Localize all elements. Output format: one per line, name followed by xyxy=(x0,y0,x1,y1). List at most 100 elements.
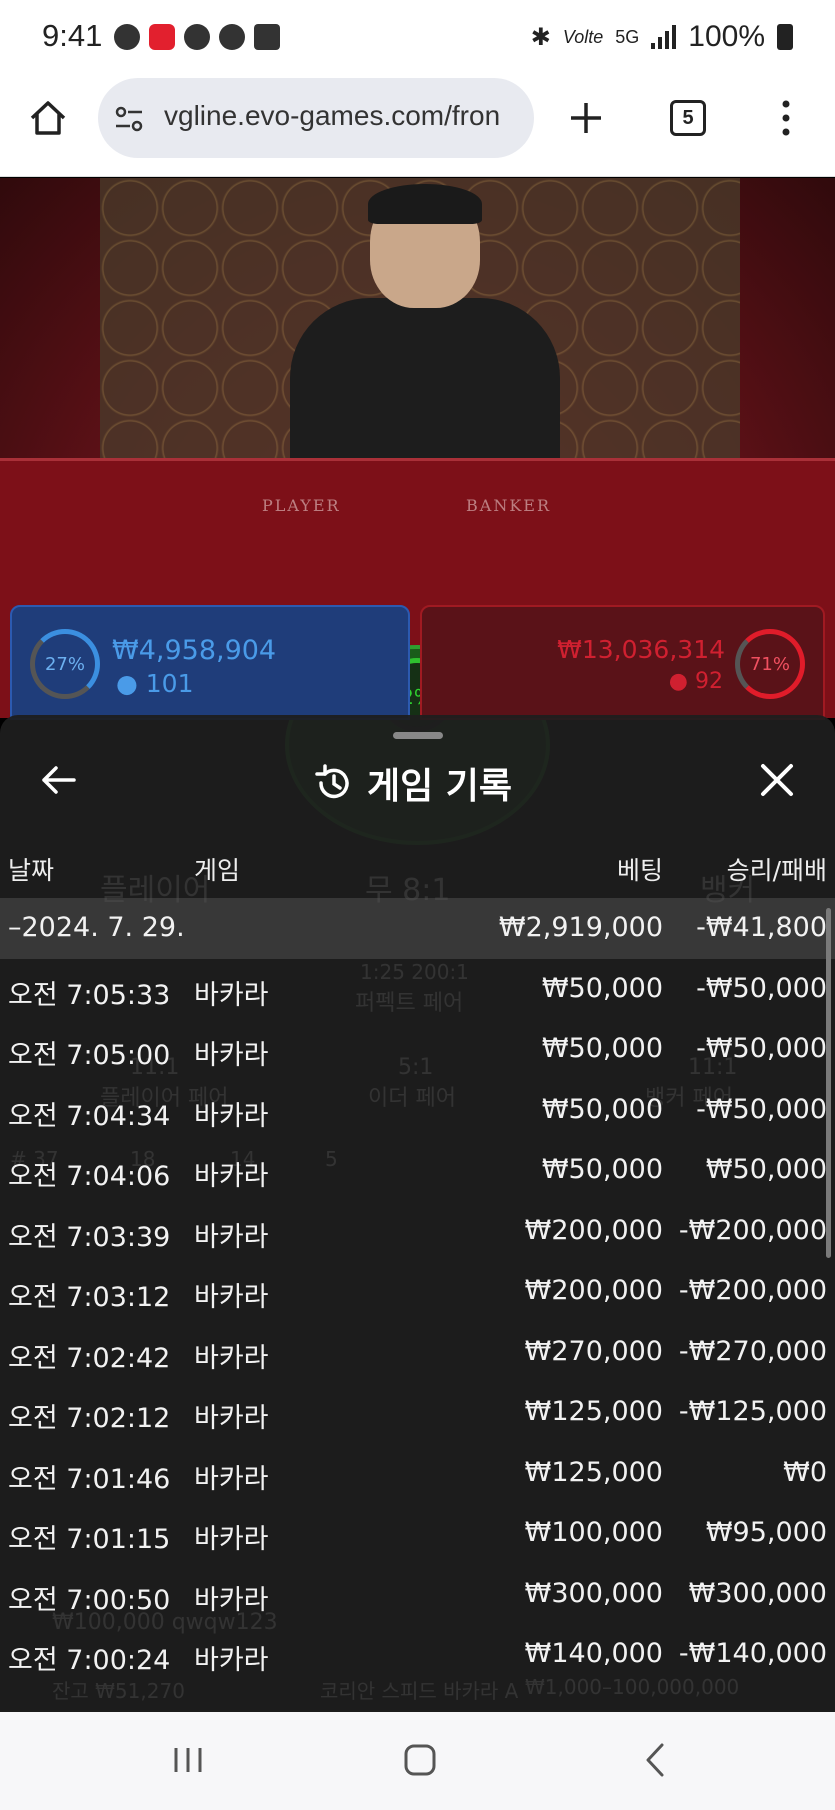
banker-percentage: 71% xyxy=(749,654,790,675)
row-bet: ₩200,000 xyxy=(524,1214,663,1246)
history-table-body: –2024. 7. 29. ₩2,919,000 -₩41,800 오전 7:0… xyxy=(0,898,835,1685)
history-row[interactable]: 오전 7:04:06 바카라 ₩50,000 ₩50,000 xyxy=(0,1140,835,1201)
history-row[interactable]: 오전 7:02:12 바카라 ₩125,000 -₩125,000 xyxy=(0,1382,835,1443)
row-time: 오전 7:03:39 xyxy=(8,1221,171,1253)
col-game: 게임 xyxy=(194,856,241,885)
history-table-header: 날짜 게임 베팅 승리/패배 xyxy=(0,841,835,891)
signal-icon xyxy=(651,25,677,49)
notification-icons xyxy=(114,24,280,50)
back-nav-icon[interactable] xyxy=(640,1740,670,1780)
url-text[interactable]: vgline.evo-games.com/fron xyxy=(164,100,500,132)
volte-label: Volte xyxy=(562,26,604,47)
home-icon[interactable] xyxy=(28,98,68,138)
scrollbar[interactable] xyxy=(826,908,831,1258)
url-bar[interactable]: vgline.evo-games.com/fron xyxy=(98,78,534,158)
row-bet: ₩125,000 xyxy=(524,1396,663,1427)
row-game: 바카라 xyxy=(194,1221,269,1253)
home-nav-icon[interactable] xyxy=(402,1742,438,1778)
bluetooth-icon: ✱ xyxy=(530,23,551,51)
image-icon xyxy=(254,24,280,50)
table-label-player: PLAYER xyxy=(262,496,341,515)
history-row[interactable]: 오전 7:05:33 바카라 ₩50,000 -₩50,000 xyxy=(0,959,835,1020)
android-nav-bar xyxy=(0,1712,835,1810)
sheet-header: 게임 기록 xyxy=(313,757,512,809)
row-bet: ₩200,000 xyxy=(524,1275,663,1306)
back-arrow-icon[interactable] xyxy=(38,760,78,800)
row-time: 오전 7:03:12 xyxy=(8,1282,171,1313)
row-game: 바카라 xyxy=(194,1161,269,1192)
row-game: 바카라 xyxy=(194,1524,269,1555)
person-icon: ● xyxy=(116,669,138,698)
history-row[interactable]: 오전 7:05:00 바카라 ₩50,000 -₩50,000 xyxy=(0,1019,835,1080)
site-settings-icon[interactable] xyxy=(114,104,144,134)
network-gen-label: 5G xyxy=(615,26,640,47)
battery-icon xyxy=(777,24,793,50)
row-time: 오전 7:02:42 xyxy=(8,1342,171,1374)
status-time: 9:41 xyxy=(42,18,103,53)
col-bet: 베팅 xyxy=(616,856,663,885)
chat-bubble-icon xyxy=(114,24,140,50)
row-bet: ₩50,000 xyxy=(541,1093,663,1125)
sheet-title: 게임 기록 xyxy=(367,766,513,807)
row-bet: ₩270,000 xyxy=(524,1335,663,1367)
player-percentage-ring: 27% xyxy=(30,629,100,699)
row-time: 오전 7:05:33 xyxy=(8,979,171,1011)
history-row[interactable]: 오전 7:03:39 바카라 ₩200,000 -₩200,000 xyxy=(0,1201,835,1262)
player-total-amount: ₩4,958,904 xyxy=(112,635,277,666)
row-bet: ₩100,000 xyxy=(524,1517,663,1548)
drag-handle[interactable] xyxy=(393,732,443,739)
battery-label: 100% xyxy=(688,20,765,53)
row-result: ₩95,000 xyxy=(705,1517,827,1548)
row-result: -₩125,000 xyxy=(678,1396,827,1427)
app-notification-icon xyxy=(149,24,175,50)
history-row[interactable]: 오전 7:00:24 바카라 ₩140,000 -₩140,000 xyxy=(0,1624,835,1685)
cloud-icon xyxy=(184,24,210,50)
row-result: -₩140,000 xyxy=(678,1638,827,1669)
date-summary-row[interactable]: –2024. 7. 29. ₩2,919,000 -₩41,800 xyxy=(0,898,835,959)
history-row[interactable]: 오전 7:00:50 바카라 ₩300,000 ₩300,000 xyxy=(0,1564,835,1625)
banker-count-value: 92 xyxy=(695,669,723,694)
row-result: -₩270,000 xyxy=(678,1335,827,1367)
row-result: -₩200,000 xyxy=(678,1275,827,1306)
row-game: 바카라 xyxy=(194,1645,269,1676)
row-result: ₩0 xyxy=(783,1456,827,1488)
row-time: 오전 7:04:06 xyxy=(8,1161,171,1192)
banker-bet-panel[interactable]: ₩13,036,314 ● 92 71% xyxy=(420,605,825,720)
row-time: 오전 7:04:34 xyxy=(8,1100,171,1132)
row-game: 바카라 xyxy=(194,1342,269,1374)
row-bet: ₩50,000 xyxy=(541,972,663,1004)
rec-icon xyxy=(219,24,245,50)
player-bet-panel[interactable]: 27% ₩4,958,904 ● 101 xyxy=(10,605,410,720)
history-row[interactable]: 오전 7:04:34 바카라 ₩50,000 -₩50,000 xyxy=(0,1080,835,1141)
table-label-banker: BANKER xyxy=(466,496,551,515)
close-icon[interactable] xyxy=(758,761,796,799)
row-bet: ₩50,000 xyxy=(541,1154,663,1185)
new-tab-icon[interactable] xyxy=(568,100,604,136)
row-time: 오전 7:00:50 xyxy=(8,1584,171,1616)
banker-percentage-ring: 71% xyxy=(735,629,805,699)
dealer-hair xyxy=(368,184,482,224)
summary-bet: ₩2,919,000 xyxy=(498,912,663,943)
row-result: -₩50,000 xyxy=(696,1093,827,1125)
row-result: -₩200,000 xyxy=(678,1214,827,1246)
more-menu-icon[interactable] xyxy=(776,98,796,138)
player-percentage: 27% xyxy=(44,654,85,675)
history-row[interactable]: 오전 7:03:12 바카라 ₩200,000 -₩200,000 xyxy=(0,1261,835,1322)
row-bet: ₩125,000 xyxy=(524,1456,663,1488)
person-icon: ● xyxy=(668,669,688,694)
row-result: ₩300,000 xyxy=(688,1577,827,1609)
row-game: 바카라 xyxy=(194,1040,269,1071)
history-row[interactable]: 오전 7:02:42 바카라 ₩270,000 -₩270,000 xyxy=(0,1322,835,1383)
history-row[interactable]: 오전 7:01:46 바카라 ₩125,000 ₩0 xyxy=(0,1443,835,1504)
row-time: 오전 7:01:46 xyxy=(8,1463,171,1495)
row-result: ₩50,000 xyxy=(705,1154,827,1185)
recent-apps-icon[interactable] xyxy=(170,1742,206,1778)
tab-switcher-button[interactable]: 5 xyxy=(670,100,706,136)
system-icons: ✱ Volte 5G 100% xyxy=(531,20,793,54)
status-bar: 9:41 ✱ Volte 5G 100% xyxy=(0,0,835,76)
row-result: -₩50,000 xyxy=(696,1033,827,1064)
player-count-value: 101 xyxy=(145,669,194,698)
history-row[interactable]: 오전 7:01:15 바카라 ₩100,000 ₩95,000 xyxy=(0,1503,835,1564)
row-time: 오전 7:01:15 xyxy=(8,1524,171,1555)
summary-result: -₩41,800 xyxy=(696,912,827,943)
